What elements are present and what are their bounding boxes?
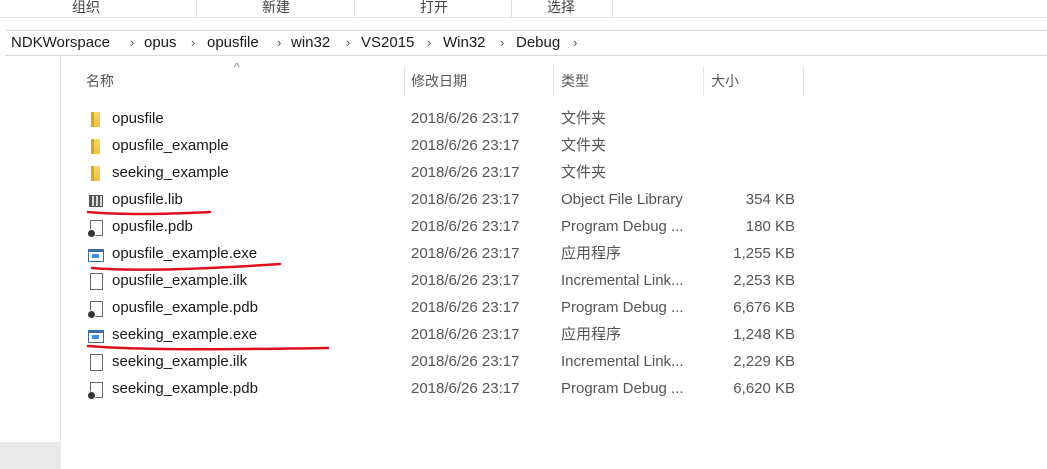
chevron-right-icon[interactable]: › (191, 33, 195, 53)
file-type: Program Debug ... (561, 299, 684, 316)
debug-file-icon (87, 382, 103, 400)
folder-icon (91, 139, 100, 154)
file-type: Incremental Link... (561, 272, 684, 289)
ribbon-divider (0, 17, 1047, 18)
column-separator[interactable] (404, 66, 405, 96)
file-name: opusfile.lib (112, 191, 183, 208)
file-type: Program Debug ... (561, 380, 684, 397)
column-separator[interactable] (703, 66, 704, 96)
breadcrumb-win32[interactable]: win32 (291, 33, 330, 53)
column-separator[interactable] (553, 66, 554, 96)
file-row[interactable]: opusfile_example.ilk 2018/6/26 23:17 Inc… (78, 268, 804, 295)
file-date: 2018/6/26 23:17 (411, 272, 520, 289)
file-row[interactable]: opusfile_example 2018/6/26 23:17 文件夹 (78, 133, 804, 160)
file-row[interactable]: opusfile 2018/6/26 23:17 文件夹 (78, 106, 804, 133)
breadcrumb-opusfile[interactable]: opusfile (207, 33, 259, 53)
file-type: Object File Library (561, 191, 683, 208)
column-header-size[interactable]: 大小 (711, 72, 739, 90)
file-size: 1,255 KB (733, 245, 795, 262)
ribbon-group-new: 新建 (262, 0, 290, 15)
file-icon (90, 354, 103, 371)
file-name: opusfile_example (112, 137, 229, 154)
file-date: 2018/6/26 23:17 (411, 353, 520, 370)
application-icon (88, 330, 104, 343)
file-name: opusfile (112, 110, 164, 127)
file-size: 6,620 KB (733, 380, 795, 397)
file-date: 2018/6/26 23:17 (411, 380, 520, 397)
navigation-pane[interactable] (0, 56, 61, 469)
file-size: 354 KB (745, 191, 795, 208)
column-separator[interactable] (803, 66, 804, 96)
breadcrumb-opus[interactable]: opus (144, 33, 177, 53)
breadcrumb-debug[interactable]: Debug (516, 33, 560, 53)
ribbon-separator (354, 0, 355, 18)
sort-ascending-icon: ^ (234, 60, 240, 74)
file-size: 6,676 KB (733, 299, 795, 316)
file-size: 2,253 KB (733, 272, 795, 289)
debug-file-icon (87, 220, 103, 238)
file-type: 应用程序 (561, 326, 622, 343)
file-date: 2018/6/26 23:17 (411, 110, 520, 127)
file-name: opusfile_example.ilk (112, 272, 248, 289)
column-header-type[interactable]: 类型 (561, 72, 589, 90)
file-date: 2018/6/26 23:17 (411, 326, 520, 343)
file-name: opusfile_example.pdb (112, 299, 258, 316)
column-header-date[interactable]: 修改日期 (411, 72, 467, 90)
navigation-pane-scrollbar[interactable] (0, 442, 60, 469)
file-row[interactable]: seeking_example.exe 2018/6/26 23:17 应用程序… (78, 322, 804, 349)
application-icon (88, 249, 104, 262)
file-row[interactable]: seeking_example.pdb 2018/6/26 23:17 Prog… (78, 376, 804, 403)
file-name: seeking_example.exe (112, 326, 258, 343)
file-type: Incremental Link... (561, 353, 684, 370)
chevron-right-icon[interactable]: › (500, 33, 504, 53)
file-date: 2018/6/26 23:17 (411, 137, 520, 154)
breadcrumb-win32-platform[interactable]: Win32 (443, 33, 486, 53)
column-header-name[interactable]: 名称 (86, 72, 114, 90)
folder-icon (91, 166, 100, 181)
library-file-icon (89, 195, 103, 207)
file-date: 2018/6/26 23:17 (411, 299, 520, 316)
file-size: 2,229 KB (733, 353, 795, 370)
ribbon-separator (511, 0, 512, 18)
file-size: 1,248 KB (733, 326, 795, 343)
file-row[interactable]: opusfile.lib 2018/6/26 23:17 Object File… (78, 187, 804, 214)
file-type: 文件夹 (561, 164, 607, 181)
chevron-right-icon[interactable]: › (427, 33, 431, 53)
file-name: seeking_example.pdb (112, 380, 258, 397)
chevron-right-icon[interactable]: › (277, 33, 281, 53)
address-bar[interactable]: NDKWorspace › opus › opusfile › win32 › … (5, 30, 1047, 56)
file-name: opusfile_example.exe (112, 245, 258, 262)
file-name: seeking_example (112, 164, 229, 181)
file-row[interactable]: opusfile_example.exe 2018/6/26 23:17 应用程… (78, 241, 804, 268)
file-date: 2018/6/26 23:17 (411, 218, 520, 235)
ribbon-group-open: 打开 (420, 0, 448, 15)
breadcrumb-ndkworspace[interactable]: NDKWorspace (11, 33, 110, 53)
folder-icon (91, 112, 100, 127)
file-row[interactable]: opusfile_example.pdb 2018/6/26 23:17 Pro… (78, 295, 804, 322)
breadcrumb-vs2015[interactable]: VS2015 (361, 33, 414, 53)
ribbon-separator (196, 0, 197, 18)
ribbon-group-select: 选择 (547, 0, 575, 15)
file-row[interactable]: opusfile.pdb 2018/6/26 23:17 Program Deb… (78, 214, 804, 241)
file-type: 文件夹 (561, 110, 607, 127)
file-row[interactable]: seeking_example.ilk 2018/6/26 23:17 Incr… (78, 349, 804, 376)
chevron-right-icon[interactable]: › (346, 33, 350, 53)
file-type: 应用程序 (561, 245, 622, 262)
file-name: opusfile.pdb (112, 218, 193, 235)
file-icon (90, 273, 103, 290)
file-row[interactable]: seeking_example 2018/6/26 23:17 文件夹 (78, 160, 804, 187)
debug-file-icon (87, 301, 103, 319)
file-name: seeking_example.ilk (112, 353, 248, 370)
file-size: 180 KB (745, 218, 795, 235)
ribbon-group-organize: 组织 (72, 0, 100, 15)
file-date: 2018/6/26 23:17 (411, 191, 520, 208)
file-date: 2018/6/26 23:17 (411, 245, 520, 262)
chevron-right-icon[interactable]: › (573, 33, 577, 53)
ribbon-group-labels: 组织 新建 打开 选择 (0, 0, 1047, 18)
file-type: 文件夹 (561, 137, 607, 154)
file-date: 2018/6/26 23:17 (411, 164, 520, 181)
ribbon-separator (612, 0, 613, 18)
chevron-right-icon[interactable]: › (130, 33, 134, 53)
file-type: Program Debug ... (561, 218, 684, 235)
